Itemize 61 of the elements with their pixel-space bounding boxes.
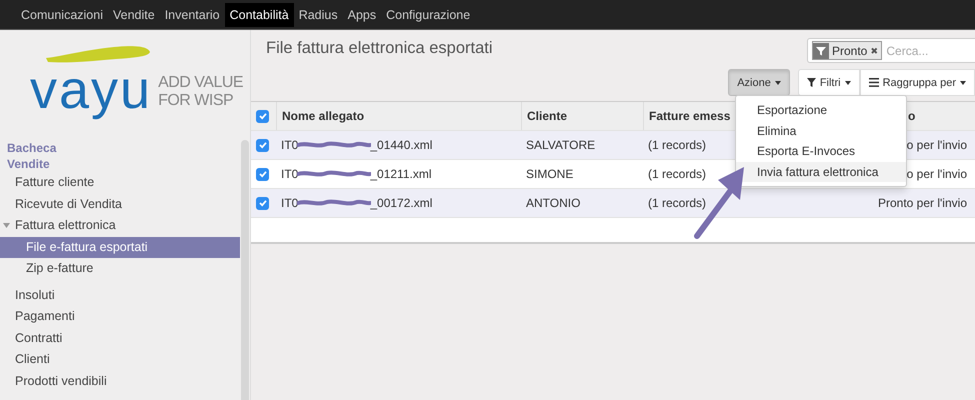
action-button[interactable]: Azione (728, 69, 790, 96)
sidebar-item[interactable]: Contratti (0, 328, 240, 349)
top-menu-item[interactable]: Contabilità (224, 2, 294, 26)
sidebar-item[interactable]: Pagamenti (0, 306, 240, 328)
menu-item[interactable]: Esporta E-Invoces (736, 141, 906, 162)
filter-icon (813, 42, 829, 58)
column-header[interactable]: Fatture emess (649, 109, 730, 123)
table-cell: SALVATORE (526, 138, 596, 152)
search-field[interactable]: Pronto ✖ Cerca... (807, 38, 975, 63)
table-cell: o per l'invio (906, 138, 967, 152)
top-menu-item[interactable]: Radius (294, 2, 343, 26)
column-header[interactable]: Nome allegato (282, 109, 364, 123)
filter-button[interactable]: Filtri (798, 69, 860, 96)
table-cell: o per l'invio (906, 167, 967, 181)
top-menu-item[interactable]: Vendite (108, 2, 160, 26)
scrollbar[interactable] (241, 140, 249, 400)
menu-icon (868, 78, 879, 87)
filter-facet[interactable]: Pronto ✖ (812, 41, 882, 60)
table-cell: Pronto per l'invio (878, 196, 967, 210)
file-name-end: _00172.xml (370, 196, 432, 210)
facet-remove[interactable]: ✖ (870, 46, 882, 56)
group-by-button[interactable]: Raggruppa per (860, 69, 975, 96)
column-header[interactable]: Cliente (527, 109, 568, 123)
logo-wordmark: vayu (30, 60, 152, 120)
caret-icon (774, 80, 781, 84)
caret-icon (3, 223, 10, 228)
group-label: Fattura elettronica (15, 217, 116, 234)
column-header[interactable]: o (908, 109, 916, 123)
sidebar-group[interactable]: Fattura elettronica (0, 215, 240, 236)
top-menu-item[interactable]: Configurazione (381, 2, 476, 26)
table-cell: ANTONIO (526, 196, 580, 210)
table-cell: SIMONE (526, 167, 574, 181)
logo-tagline: FOR WISP (158, 92, 234, 110)
file-name-end: _01211.xml (370, 167, 432, 181)
table-cell: (1 records) (648, 167, 706, 181)
menu-item[interactable]: Invia fattura elettronica (736, 162, 906, 182)
menu-item[interactable]: Elimina (736, 120, 906, 141)
filter-icon (806, 78, 816, 87)
sidebar-item[interactable]: Insoluti (0, 284, 240, 306)
logo-tagline: ADD VALUE (158, 74, 244, 92)
caret-icon (960, 80, 966, 84)
row-checkbox[interactable] (256, 168, 269, 180)
table-cell: (1 records) (648, 196, 706, 210)
select-all-checkbox[interactable] (256, 110, 269, 122)
page-title: File fattura elettronica esportati (266, 39, 493, 59)
sidebar-item[interactable]: Prodotti vendibili (0, 370, 240, 392)
row-checkbox[interactable] (256, 196, 269, 210)
sidebar-item[interactable]: Fatture cliente (0, 172, 240, 194)
sidebar-subitem[interactable]: Zip e-fatture (0, 258, 240, 280)
menu-item[interactable]: Esportazione (736, 100, 906, 120)
caret-icon (844, 80, 851, 84)
file-name-end: _01440.xml (370, 138, 432, 152)
facet-label: Pronto (831, 44, 868, 58)
top-menu-item[interactable]: Inventario (160, 2, 225, 26)
top-menu-item[interactable]: Apps (342, 2, 382, 26)
sidebar-subitem[interactable]: File e-fattura esportati (0, 236, 240, 258)
row-checkbox[interactable] (256, 138, 269, 152)
sidebar-item[interactable]: Ricevute di Vendita (0, 194, 240, 215)
table-cell: (1 records) (648, 138, 706, 152)
sidebar-item[interactable]: Clienti (0, 349, 240, 370)
top-menu-item[interactable]: Comunicazioni (16, 2, 108, 26)
